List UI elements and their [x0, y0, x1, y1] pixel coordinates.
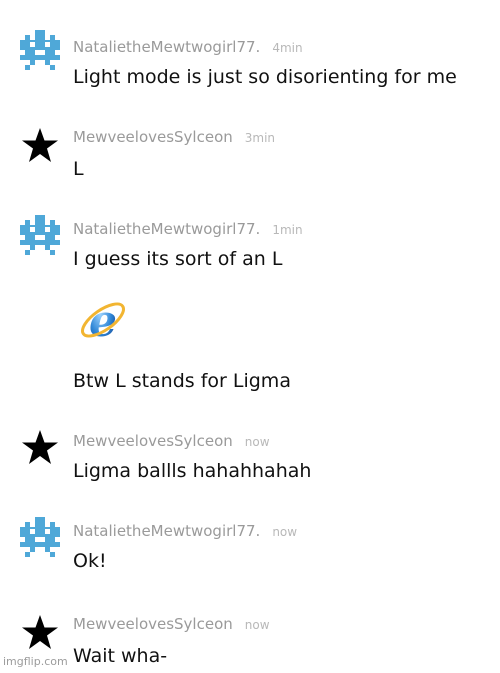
- timestamp: now: [244, 618, 270, 632]
- username[interactable]: NatalietheMewtwogirl77. now: [73, 522, 297, 540]
- star-avatar-icon[interactable]: [20, 428, 60, 468]
- message-text: I guess its sort of an L: [73, 248, 283, 270]
- message-text: Btw L stands for Ligma: [73, 370, 291, 392]
- message-text: L: [73, 158, 84, 180]
- timestamp: 4min: [272, 41, 303, 55]
- message-text: Light mode is just so disorienting for m…: [73, 66, 457, 88]
- timestamp: 1min: [272, 223, 303, 237]
- username[interactable]: NatalietheMewtwogirl77. 1min: [73, 220, 303, 238]
- pixel-avatar-icon[interactable]: [20, 30, 60, 70]
- message-text: Wait wha-: [73, 645, 168, 667]
- watermark: imgflip.com: [3, 655, 68, 668]
- internet-explorer-icon[interactable]: e: [75, 292, 131, 348]
- username[interactable]: MewveelovesSylceon now: [73, 432, 270, 450]
- star-avatar-icon[interactable]: [20, 126, 60, 166]
- message-text: Ligma ballls hahahhahah: [73, 460, 312, 482]
- username[interactable]: NatalietheMewtwogirl77. 4min: [73, 38, 303, 56]
- timestamp: now: [244, 435, 270, 449]
- timestamp: now: [272, 525, 298, 539]
- star-avatar-icon[interactable]: [20, 613, 60, 653]
- username[interactable]: MewveelovesSylceon 3min: [73, 128, 275, 146]
- timestamp: 3min: [244, 131, 276, 145]
- pixel-avatar-icon[interactable]: [20, 517, 60, 557]
- username[interactable]: MewveelovesSylceon now: [73, 615, 270, 633]
- message-text: Ok!: [73, 550, 107, 572]
- pixel-avatar-icon[interactable]: [20, 215, 60, 255]
